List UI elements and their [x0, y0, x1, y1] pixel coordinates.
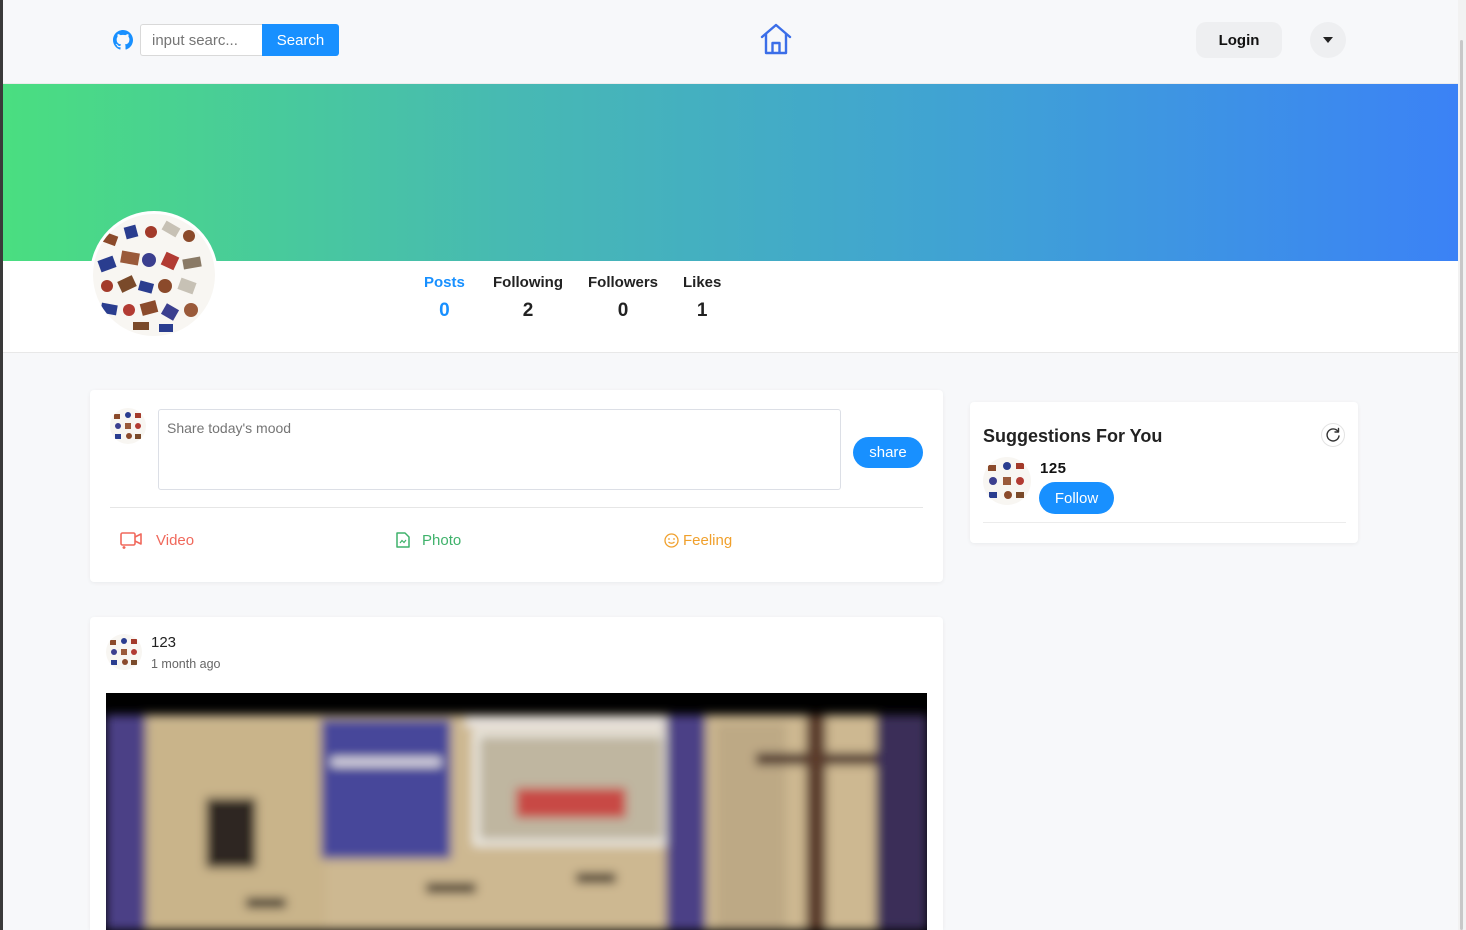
search-button[interactable]: Search	[262, 24, 339, 56]
post-author[interactable]: 123	[151, 634, 176, 651]
search-input[interactable]	[140, 24, 263, 56]
profile-cover-banner	[3, 84, 1458, 261]
github-icon[interactable]	[113, 30, 133, 50]
video-action[interactable]: Video	[120, 529, 194, 551]
action-label: Photo	[422, 531, 462, 549]
mood-textarea[interactable]	[158, 409, 841, 490]
avatar-pattern	[110, 408, 146, 444]
stat-label: Following	[493, 274, 563, 291]
stat-label: Posts	[424, 274, 465, 291]
stat-label: Likes	[683, 274, 722, 291]
stat-value: 0	[439, 300, 450, 321]
scrollbar[interactable]	[1458, 0, 1466, 930]
stat-likes[interactable]: Likes 1	[683, 274, 721, 322]
suggested-user-name[interactable]: 125	[1040, 460, 1067, 477]
photo-icon	[396, 532, 410, 548]
refresh-icon	[1326, 427, 1340, 442]
feeling-action[interactable]: Feeling	[664, 529, 732, 551]
stat-followers[interactable]: Followers 0	[588, 274, 658, 322]
home-icon[interactable]	[758, 22, 794, 56]
post-timestamp: 1 month ago	[151, 657, 221, 671]
user-menu-dropdown[interactable]	[1310, 22, 1346, 58]
top-navbar: Search Login	[3, 0, 1458, 84]
stat-value: 2	[522, 300, 534, 321]
stat-following[interactable]: Following 2	[493, 274, 563, 322]
avatar-pattern	[983, 457, 1031, 505]
avatar-pattern	[93, 214, 215, 336]
stat-label: Followers	[588, 274, 659, 291]
stat-value: 1	[696, 300, 708, 321]
stat-value: 0	[617, 300, 629, 321]
action-label: Feeling	[683, 531, 733, 549]
avatar[interactable]	[983, 457, 1031, 505]
profile-stats-bar	[3, 261, 1458, 353]
profile-avatar[interactable]	[90, 211, 218, 339]
share-button[interactable]: share	[853, 437, 923, 468]
avatar-pattern	[106, 634, 142, 670]
suggestions-card: Suggestions For You 125 Follow	[970, 402, 1358, 543]
video-frame	[106, 693, 927, 930]
divider	[983, 522, 1346, 523]
divider	[110, 507, 923, 508]
photo-action[interactable]: Photo	[396, 529, 461, 551]
avatar[interactable]	[106, 634, 142, 670]
action-label: Video	[156, 531, 195, 549]
post-card: 123 1 month ago	[90, 617, 943, 930]
follow-button[interactable]: Follow	[1039, 482, 1114, 514]
scrollbar-thumb[interactable]	[1460, 40, 1463, 930]
avatar	[110, 408, 146, 444]
caret-down-icon	[1323, 37, 1333, 43]
refresh-button[interactable]	[1321, 423, 1345, 447]
suggestions-title: Suggestions For You	[983, 426, 1163, 446]
login-button[interactable]: Login	[1196, 22, 1282, 58]
post-composer: share Video Photo Feeling	[90, 390, 943, 582]
post-video[interactable]	[106, 693, 927, 930]
stat-posts[interactable]: Posts 0	[424, 274, 465, 322]
video-icon	[120, 532, 142, 549]
smile-icon	[664, 532, 679, 548]
